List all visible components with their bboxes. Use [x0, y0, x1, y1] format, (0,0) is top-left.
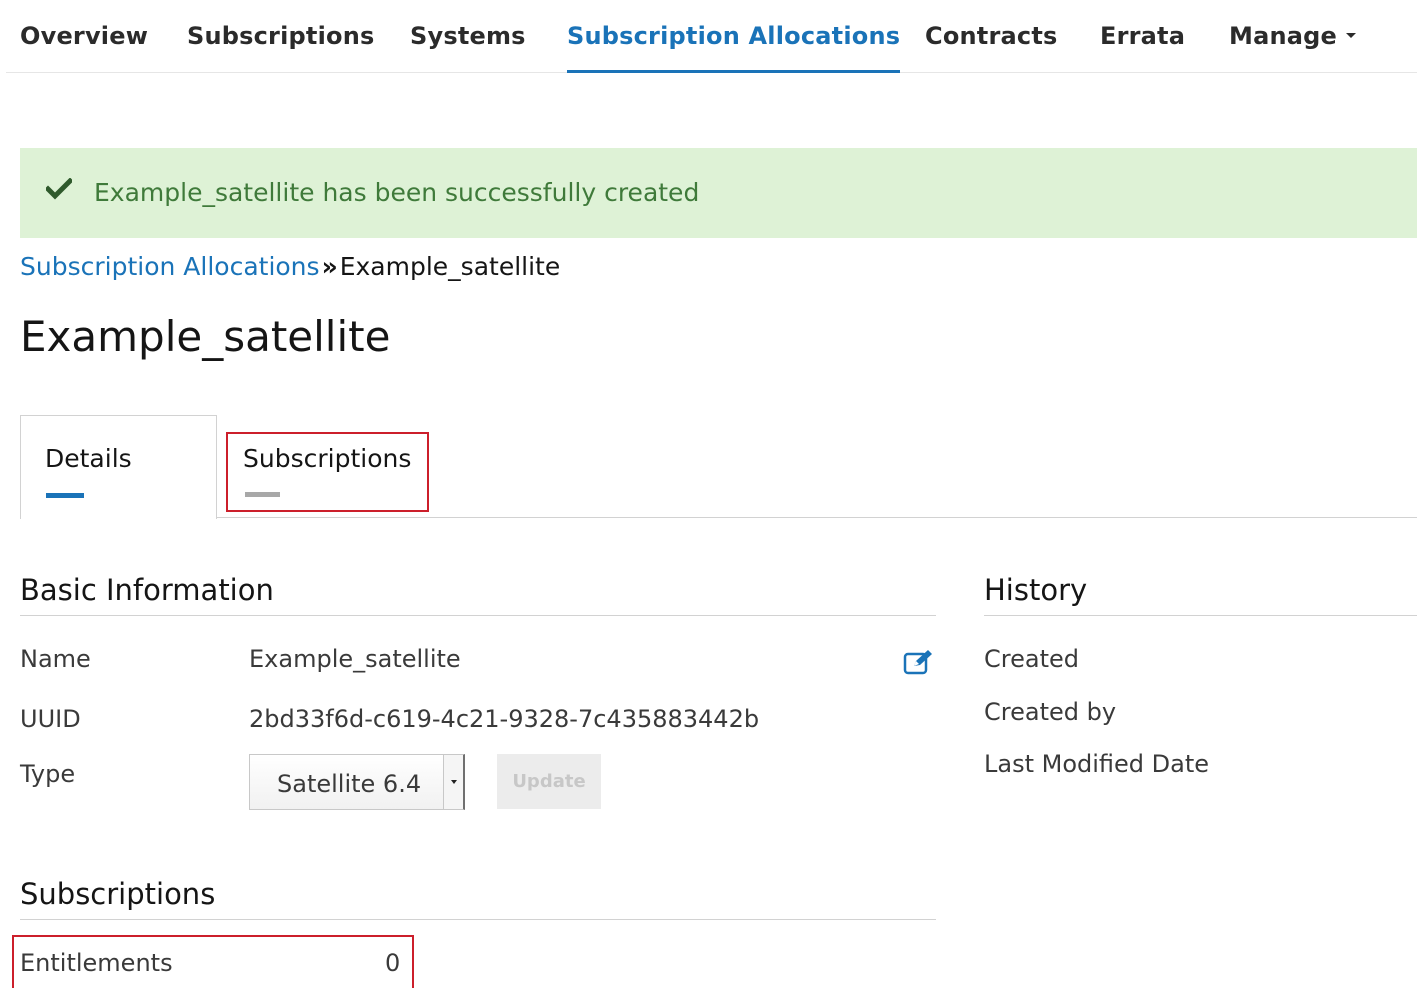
last-modified-date-label: Last Modified Date	[984, 750, 1210, 778]
uuid-label: UUID	[20, 705, 81, 733]
tab-details-label: Details	[45, 444, 132, 473]
tab-details[interactable]: Details	[20, 415, 217, 519]
nav-subscriptions[interactable]: Subscriptions	[187, 22, 374, 73]
tab-divider	[216, 517, 1417, 518]
nav-overview[interactable]: Overview	[20, 22, 148, 73]
created-by-label: Created by	[984, 698, 1117, 726]
tab-active-indicator	[46, 493, 84, 498]
tab-subscriptions[interactable]: Subscriptions	[226, 432, 429, 512]
nav-manage-dropdown[interactable]: Manage	[1229, 22, 1357, 73]
edit-icon[interactable]	[903, 648, 934, 676]
nav-subscription-allocations[interactable]: Subscription Allocations	[567, 22, 901, 73]
tab-subscriptions-label: Subscriptions	[243, 444, 412, 473]
alert-message: Example_satellite has been successfully …	[94, 178, 700, 207]
type-select-value: Satellite 6.4	[277, 770, 422, 798]
history-heading: History	[984, 573, 1417, 616]
update-button[interactable]: Update	[497, 754, 601, 809]
nav-systems[interactable]: Systems	[410, 22, 526, 73]
nav-contracts[interactable]: Contracts	[925, 22, 1057, 73]
entitlements-label: Entitlements	[20, 949, 173, 977]
checkmark-icon	[46, 178, 72, 200]
tab-inactive-indicator	[245, 492, 280, 497]
nav-errata[interactable]: Errata	[1100, 22, 1185, 73]
breadcrumb-current: Example_satellite	[339, 252, 561, 281]
type-label: Type	[20, 760, 76, 788]
subscriptions-heading: Subscriptions	[20, 877, 936, 920]
name-value: Example_satellite	[249, 645, 461, 673]
caret-down-icon	[1346, 33, 1357, 38]
nav-manage-label: Manage	[1229, 22, 1338, 50]
created-label: Created	[984, 645, 1079, 673]
basic-information-heading: Basic Information	[20, 573, 936, 616]
top-navigation: Overview Subscriptions Systems Subscript…	[6, 0, 1417, 73]
entitlements-value: 0	[385, 949, 401, 977]
type-select[interactable]: Satellite 6.4	[249, 754, 465, 810]
name-label: Name	[20, 645, 91, 673]
uuid-value: 2bd33f6d-c619-4c21-9328-7c435883442b	[249, 705, 760, 733]
select-arrow-icon	[443, 754, 465, 810]
success-alert: Example_satellite has been successfully …	[20, 148, 1417, 238]
breadcrumb-parent-link[interactable]: Subscription Allocations	[20, 252, 320, 281]
breadcrumb-separator: »	[321, 252, 338, 281]
breadcrumb: Subscription Allocations»Example_satelli…	[20, 252, 560, 281]
page-title: Example_satellite	[20, 312, 391, 361]
tab-bar: Details Subscriptions	[20, 415, 1417, 519]
